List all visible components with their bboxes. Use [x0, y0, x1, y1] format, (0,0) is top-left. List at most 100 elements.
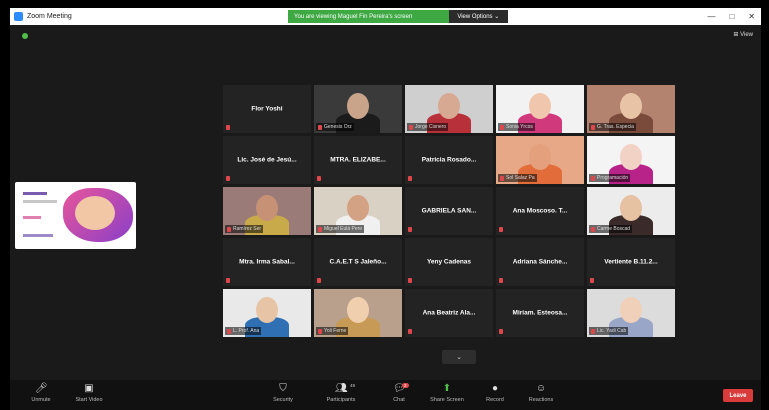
participant-tile[interactable]: Genesis Orz [314, 85, 402, 133]
participant-name: Sol Salaz Pa [506, 175, 535, 181]
participant-head [256, 195, 278, 221]
share-text-line [23, 234, 53, 237]
participant-tile[interactable]: Sonia Yrcos [496, 85, 584, 133]
participant-tile[interactable]: Lic. Yadi Cab [587, 289, 675, 337]
participant-name: Miguel Eulá Pere [324, 226, 363, 232]
muted-microphone-icon [226, 278, 230, 283]
muted-microphone-icon [500, 175, 504, 181]
participant-tile[interactable]: C.A.E.T S Jaleño... [314, 238, 402, 286]
participant-tile[interactable]: Carme Boscad [587, 187, 675, 235]
next-page-button[interactable]: ⌄ [442, 350, 476, 364]
maximize-button[interactable]: □ [729, 12, 734, 21]
shared-screen-thumbnail[interactable] [15, 182, 136, 249]
muted-microphone-icon [226, 176, 230, 181]
participants-button[interactable]: 👥︎ 49 Participants [316, 383, 366, 403]
participant-name: Yoli Ferne [324, 328, 347, 334]
muted-microphone-icon [226, 125, 230, 130]
participant-name: C.A.E.T S Jaleño... [329, 258, 387, 266]
muted-microphone-icon [318, 124, 322, 130]
muted-microphone-icon [500, 124, 504, 130]
view-button[interactable]: ⊞ View [733, 31, 753, 38]
participant-tile[interactable]: Sol Salaz Pa [496, 136, 584, 184]
participant-name: GABRIELA SAN... [421, 207, 477, 215]
muted-microphone-icon [499, 278, 503, 283]
minimize-button[interactable]: — [707, 12, 715, 21]
participant-tile[interactable]: G. Tras. Especia [587, 85, 675, 133]
muted-microphone-icon [408, 176, 412, 181]
participant-head [256, 297, 278, 323]
participant-name: Sonia Yrcos [506, 124, 533, 130]
record-button[interactable]: ● Record [470, 383, 520, 403]
participant-name: Ana Moscoso. T... [512, 207, 568, 215]
muted-microphone-icon [408, 227, 412, 232]
participant-tile[interactable]: Miguel Eulá Pere [314, 187, 402, 235]
participant-head [438, 93, 460, 119]
chat-button[interactable]: 💬︎ 2 Chat [374, 383, 424, 403]
share-text-line [23, 192, 47, 195]
unmute-button[interactable]: 🎤︎ Unmute [16, 383, 66, 403]
participant-name: Genesis Orz [324, 124, 352, 130]
participant-name: L. Prof. Ana [233, 328, 260, 334]
participant-tile[interactable]: Programación [587, 136, 675, 184]
meeting-area: ⊞ View Flor Yoshi Genesis Orz Jorge Cisner… [10, 25, 761, 380]
start-video-button[interactable]: ▣ Start Video [64, 383, 114, 403]
close-button[interactable]: ✕ [748, 12, 755, 21]
share-screen-button[interactable]: ⬆︎ Share Screen [422, 383, 472, 403]
participant-label: Lic. Yadi Cab [589, 327, 629, 335]
unmute-label: Unmute [31, 397, 51, 403]
participant-head [620, 144, 642, 170]
participant-name: Patricia Rosado... [421, 156, 477, 164]
zoom-app-icon [14, 12, 23, 21]
participant-tile[interactable]: Lic. José de Jesú... [223, 136, 311, 184]
participant-tile[interactable]: Ana Moscoso. T... [496, 187, 584, 235]
leave-meeting-button[interactable]: Leave [723, 389, 753, 402]
participant-name: Jorge Cisnero [415, 124, 447, 130]
participant-head [347, 93, 369, 119]
connection-status-icon[interactable] [22, 33, 28, 39]
participant-tile[interactable]: Miriam. Esteosa... [496, 289, 584, 337]
participant-tile[interactable]: Patricia Rosado... [405, 136, 493, 184]
participant-name: Flor Yoshi [251, 105, 283, 113]
participant-head [529, 93, 551, 119]
participant-tile[interactable]: L. Prof. Ana [223, 289, 311, 337]
participant-tile[interactable]: Yeny Cadenas [405, 238, 493, 286]
reactions-button[interactable]: ☺ Reactions [516, 383, 566, 403]
participant-name: Programación [597, 175, 629, 181]
view-options-button[interactable]: View Options ⌄ [448, 10, 508, 23]
participant-label: Carme Boscad [589, 225, 633, 233]
window-title: Zoom Meeting [27, 13, 72, 20]
security-label: Security [273, 397, 293, 403]
participant-label: G. Tras. Especia [589, 123, 636, 131]
participant-name: Miriam. Esteosa... [512, 309, 568, 317]
participant-tile[interactable]: Ana Beatriz Ala... [405, 289, 493, 337]
participant-label: Jorge Cisnero [407, 123, 449, 131]
participants-label: Participants [326, 397, 356, 403]
video-camera-off-icon: ▣ [84, 383, 94, 394]
participant-head [347, 297, 369, 323]
participant-label: Yoli Ferne [316, 327, 349, 335]
participant-tile[interactable]: Yoli Ferne [314, 289, 402, 337]
muted-microphone-icon [227, 226, 231, 232]
participant-tile[interactable]: MTRA. ELIZABE... [314, 136, 402, 184]
participant-name: G. Tras. Especia [597, 124, 634, 130]
record-label: Record [486, 397, 504, 403]
participant-head [620, 297, 642, 323]
share-screen-label: Share Screen [430, 397, 464, 403]
title-bar: Zoom Meeting You are viewing Maguel Fin … [10, 8, 761, 25]
participant-name: Ana Beatriz Ala... [422, 309, 476, 317]
participant-head [347, 195, 369, 221]
participant-tile[interactable]: GABRIELA SAN... [405, 187, 493, 235]
muted-microphone-icon [499, 227, 503, 232]
muted-microphone-icon [591, 226, 595, 232]
participant-tile[interactable]: Jorge Cisnero [405, 85, 493, 133]
participant-tile[interactable]: Adriana Sánche... [496, 238, 584, 286]
participant-tile[interactable]: Ramírez Ser [223, 187, 311, 235]
security-button[interactable]: ⛉ Security [258, 383, 308, 403]
participant-tile[interactable]: Mtra. Irma Sabal... [223, 238, 311, 286]
chat-unread-badge: 2 [402, 383, 409, 388]
participants-icon: 👥︎ [335, 383, 348, 394]
participant-label: Miguel Eulá Pere [316, 225, 365, 233]
participant-tile[interactable]: Flor Yoshi [223, 85, 311, 133]
participants-count: 49 [350, 383, 356, 388]
participant-tile[interactable]: Vertiente B.11.2... [587, 238, 675, 286]
